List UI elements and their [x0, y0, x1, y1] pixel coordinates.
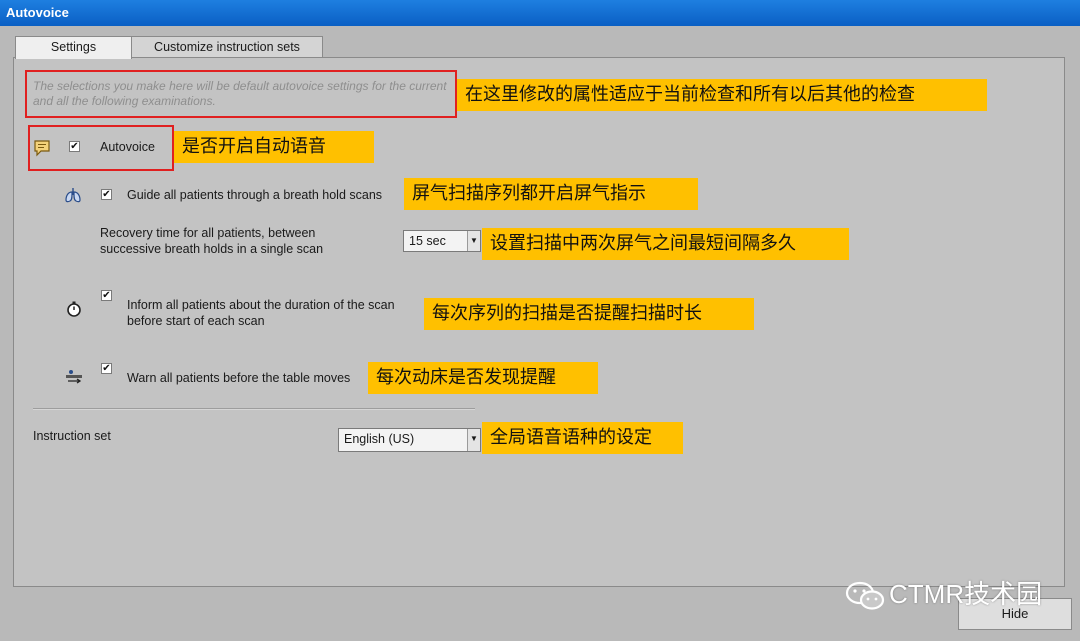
highlight-box-hint	[25, 70, 457, 118]
recovery-time-select[interactable]: 15 sec ▼	[403, 230, 481, 252]
breath-guide-label: Guide all patients through a breath hold…	[127, 188, 383, 202]
inform-duration-label-line1: Inform all patients about the duration o…	[127, 298, 395, 312]
inform-duration-label-line2: before start of each scan	[127, 314, 265, 328]
instruction-set-select[interactable]: English (US) ▼	[338, 428, 481, 452]
recovery-time-label-line1: Recovery time for all patients, between	[100, 226, 316, 240]
tab-customize-instruction-sets[interactable]: Customize instruction sets	[131, 36, 323, 58]
annotation-inform-duration: 每次序列的扫描是否提醒扫描时长	[424, 298, 754, 330]
watermark: CTMR技术园	[845, 574, 1042, 614]
annotation-hint: 在这里修改的属性适应于当前检查和所有以后其他的检查	[457, 79, 987, 111]
window-title: Autovoice	[0, 0, 1080, 26]
tab-settings[interactable]: Settings	[15, 36, 132, 59]
highlight-box-autovoice	[28, 125, 174, 171]
recovery-time-label-line2: successive breath holds in a single scan	[100, 242, 324, 256]
table-move-icon	[66, 370, 82, 384]
annotation-instruction-set: 全局语音语种的设定	[482, 422, 683, 454]
annotation-warn-table: 每次动床是否发现提醒	[368, 362, 598, 394]
chevron-down-icon[interactable]: ▼	[467, 429, 480, 451]
recovery-time-value: 15 sec	[409, 234, 446, 248]
lungs-icon	[65, 188, 81, 203]
instruction-set-value: English (US)	[344, 432, 415, 446]
breath-guide-checkbox[interactable]: ✔	[101, 189, 112, 200]
annotation-breath-guide: 屏气扫描序列都开启屏气指示	[404, 178, 698, 210]
chevron-down-icon[interactable]: ▼	[467, 231, 480, 251]
stopwatch-icon	[67, 301, 81, 317]
wechat-icon	[845, 582, 885, 610]
annotation-autovoice: 是否开启自动语音	[174, 131, 374, 163]
section-divider	[33, 408, 475, 410]
instruction-set-label: Instruction set	[33, 429, 111, 443]
inform-duration-checkbox[interactable]: ✔	[101, 290, 112, 301]
warn-table-label: Warn all patients before the table moves	[127, 371, 351, 385]
warn-table-checkbox[interactable]: ✔	[101, 363, 112, 374]
annotation-recovery-time: 设置扫描中两次屏气之间最短间隔多久	[482, 228, 849, 260]
watermark-text: CTMR技术园	[889, 579, 1043, 609]
